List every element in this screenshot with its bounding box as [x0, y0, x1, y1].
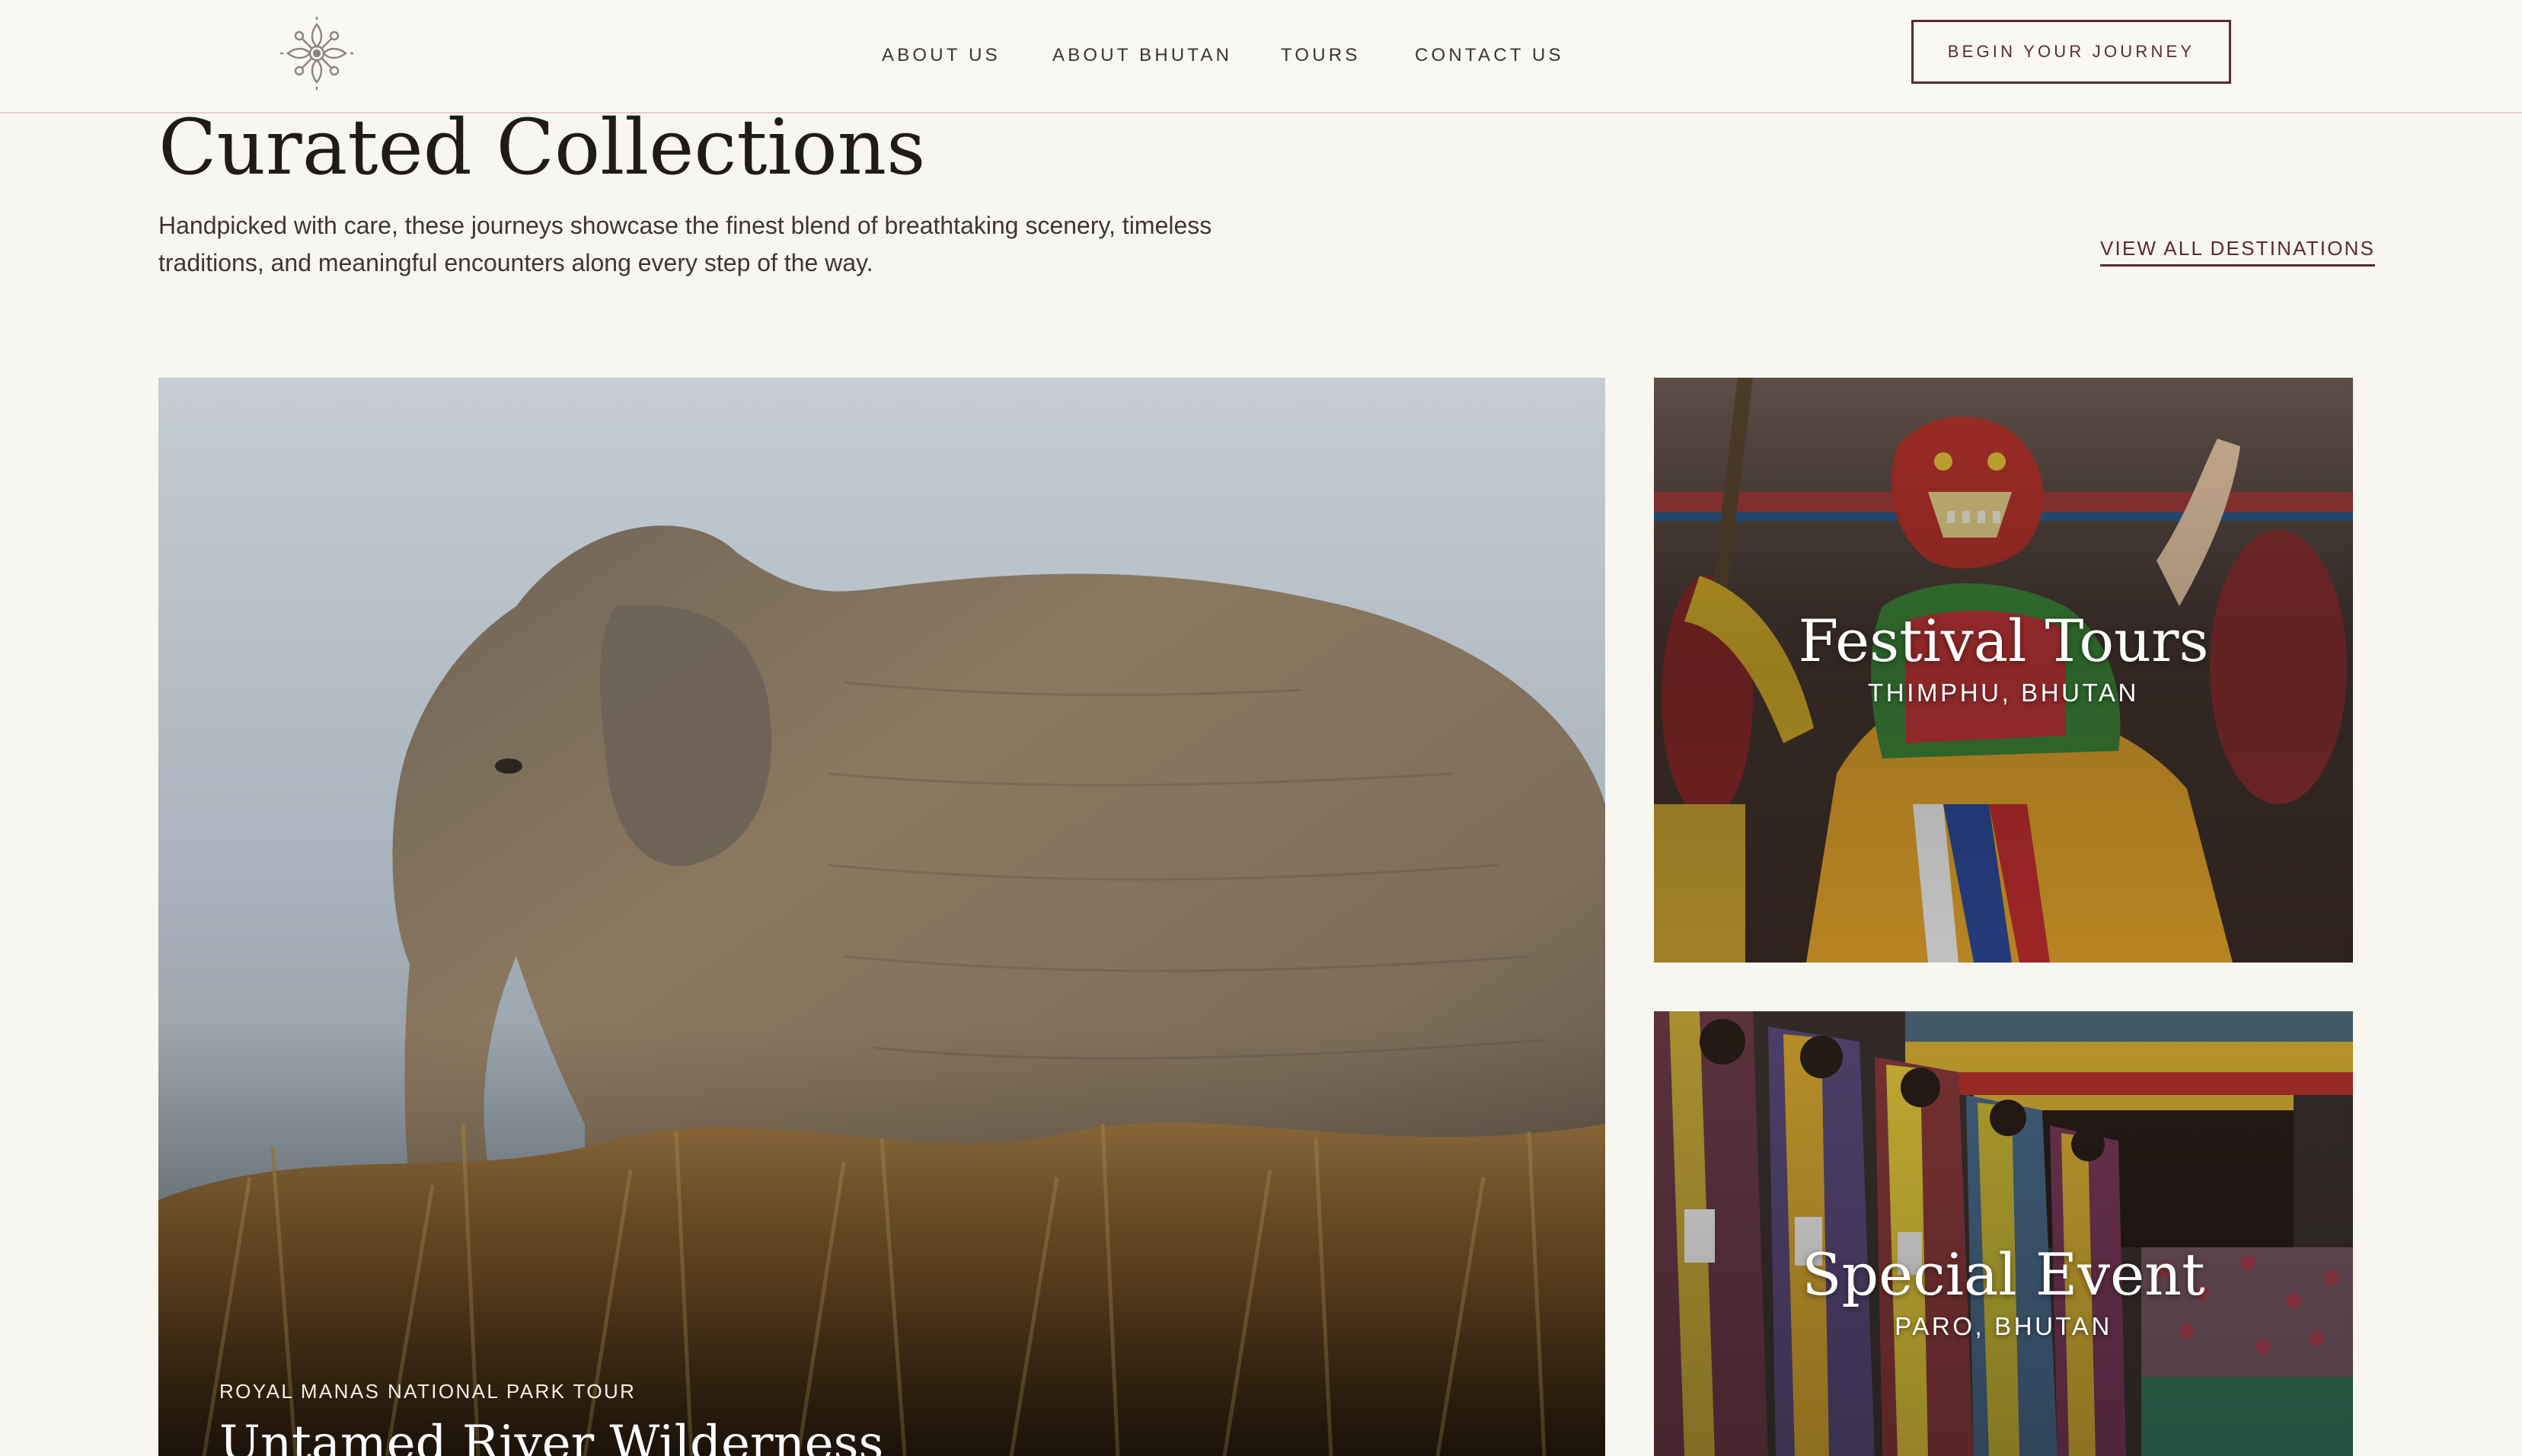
- nav-item-about-us[interactable]: ABOUT US: [882, 43, 1001, 69]
- event-card-title: Special Event: [1802, 1240, 2205, 1308]
- festival-card-text: Festival Tours THIMPHU, BHUTAN: [1654, 606, 2353, 710]
- intro-description: Handpicked with care, these journeys sho…: [158, 212, 1212, 276]
- procession-image: [1654, 1011, 2353, 1456]
- featured-card-title: Untamed River Wilderness: [219, 1416, 884, 1456]
- page-title: Curated Collections: [158, 103, 926, 192]
- event-card-text: Special Event PARO, BHUTAN: [1654, 1240, 2353, 1343]
- event-card-location: PARO, BHUTAN: [1895, 1312, 2112, 1340]
- nav-item-contact-us[interactable]: CONTACT US: [1415, 43, 1564, 69]
- nav-item-tours[interactable]: TOURS: [1281, 43, 1361, 69]
- site-header: ABOUT US ABOUT BHUTAN TOURS CONTACT US B…: [0, 0, 2522, 113]
- nav-item-about-bhutan[interactable]: ABOUT BHUTAN: [1052, 43, 1232, 69]
- begin-journey-button[interactable]: BEGIN YOUR JOURNEY: [1911, 20, 2231, 84]
- festival-tours-card[interactable]: Festival Tours THIMPHU, BHUTAN: [1654, 378, 2353, 963]
- elephant-image: [158, 378, 1605, 1456]
- festival-card-location: THIMPHU, BHUTAN: [1868, 679, 2139, 707]
- view-all-destinations-link[interactable]: VIEW ALL DESTINATIONS: [2100, 233, 2376, 267]
- featured-card-eyebrow: ROYAL MANAS NATIONAL PARK TOUR: [219, 1380, 637, 1403]
- dorje-emblem-icon[interactable]: [279, 15, 355, 91]
- festival-card-title: Festival Tours: [1798, 607, 2209, 675]
- featured-tour-card[interactable]: ROYAL MANAS NATIONAL PARK TOUR Untamed R…: [158, 378, 1605, 1456]
- special-event-card[interactable]: Special Event PARO, BHUTAN: [1654, 1011, 2353, 1456]
